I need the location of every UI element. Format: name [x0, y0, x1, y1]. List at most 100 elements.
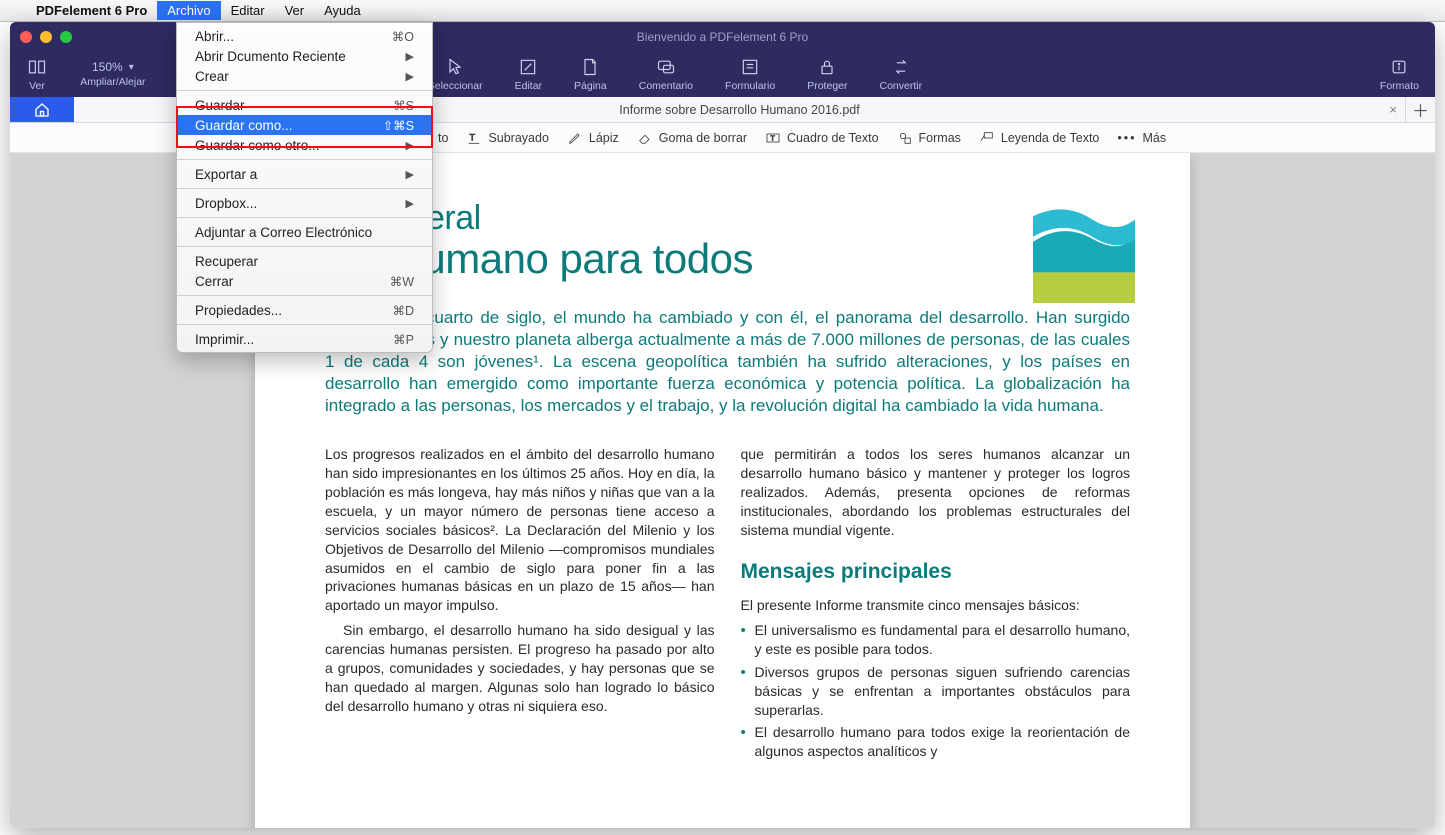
menu-item-label: Crear	[195, 69, 229, 84]
submenu-arrow-icon: ▶	[406, 50, 414, 63]
tool-mas[interactable]: •••Más	[1117, 131, 1166, 145]
menu-separator	[177, 324, 432, 325]
tool-goma[interactable]: Goma de borrar	[637, 130, 747, 146]
menu-separator	[177, 246, 432, 247]
toolbar-proteger-label: Proteger	[807, 80, 847, 92]
menu-separator	[177, 217, 432, 218]
tool-lapiz[interactable]: Lápiz	[567, 130, 619, 146]
bullet-list: El universalismo es fundamental para el …	[741, 621, 1131, 761]
bullet-2: Diversos grupos de personas siguen sufri…	[741, 663, 1131, 720]
toolbar-convertir-label: Convertir	[880, 80, 923, 92]
toolbar-comentario-label: Comentario	[639, 80, 693, 92]
column-right: que permitirán a todos los seres humanos…	[741, 445, 1131, 765]
traffic-lights	[20, 31, 72, 43]
toolbar-proteger[interactable]: Proteger	[791, 56, 863, 92]
menu-shortcut: ⌘W	[390, 274, 414, 289]
tool-leyenda[interactable]: Leyenda de Texto	[979, 130, 1099, 146]
menu-separator	[177, 159, 432, 160]
menu-shortcut: ⌘D	[392, 303, 414, 318]
close-tab-icon[interactable]: ×	[1389, 102, 1397, 117]
menu-item-cerrar[interactable]: Cerrar ⌘W	[177, 271, 432, 291]
menu-ayuda[interactable]: Ayuda	[314, 1, 371, 20]
app-name[interactable]: PDFelement 6 Pro	[26, 3, 157, 18]
menu-separator	[177, 90, 432, 91]
menu-item-label: Cerrar	[195, 274, 233, 289]
menu-item-crear[interactable]: Crear ▶	[177, 66, 432, 86]
menu-item-label: Propiedades...	[195, 303, 282, 318]
menu-item-guardar-como-otro[interactable]: Guardar como otro... ▶	[177, 135, 432, 155]
menu-editar[interactable]: Editar	[221, 1, 275, 20]
menu-shortcut: ⌘P	[393, 332, 414, 347]
submenu-arrow-icon: ▶	[406, 139, 414, 152]
menu-item-label: Exportar a	[195, 167, 257, 182]
menu-item-recuperar[interactable]: Recuperar	[177, 251, 432, 271]
bullet-1: El universalismo es fundamental para el …	[741, 621, 1131, 659]
cursor-icon	[444, 56, 466, 78]
macos-menubar: PDFelement 6 Pro Archivo Editar Ver Ayud…	[0, 0, 1445, 22]
textbox-icon: T	[765, 130, 781, 146]
menu-item-label: Guardar como...	[195, 118, 293, 133]
toolbar-formulario[interactable]: Formulario	[709, 56, 791, 92]
menu-item-abrir-dcumento-reciente[interactable]: Abrir Dcumento Reciente ▶	[177, 46, 432, 66]
submenu-arrow-icon: ▶	[406, 70, 414, 83]
toolbar-comentario[interactable]: Comentario	[623, 56, 709, 92]
toolbar-ver-label: Ver	[29, 80, 45, 92]
toolbar-editar[interactable]: Editar	[499, 56, 558, 92]
logo-icon	[1033, 201, 1135, 303]
title-line2: ollo humano para todos	[325, 237, 1130, 281]
menu-item-abrir[interactable]: Abrir...⌘O	[177, 26, 432, 46]
add-tab-button[interactable]: ＋	[1405, 97, 1435, 122]
toolbar-formulario-label: Formulario	[725, 80, 775, 92]
menu-ver[interactable]: Ver	[275, 1, 315, 20]
toolbar-seleccionar-label: Seleccionar	[428, 80, 483, 92]
toolbar-zoom[interactable]: 150%▾ Ampliar/Alejar	[64, 60, 162, 88]
menu-item-imprimir[interactable]: Imprimir...⌘P	[177, 329, 432, 349]
menu-item-propiedades[interactable]: Propiedades... ⌘D	[177, 300, 432, 320]
toolbar-pagina-label: Página	[574, 80, 607, 92]
menu-shortcut: ⌘S	[393, 98, 414, 113]
menu-item-guardar-como[interactable]: Guardar como... ⇧⌘S	[177, 115, 432, 135]
minimize-window-icon[interactable]	[40, 31, 52, 43]
close-window-icon[interactable]	[20, 31, 32, 43]
intro-paragraph: En el último cuarto de siglo, el mundo h…	[325, 307, 1130, 417]
menu-item-dropbox[interactable]: Dropbox... ▶	[177, 193, 432, 213]
callout-icon	[979, 130, 995, 146]
menu-item-exportar-a[interactable]: Exportar a▶	[177, 164, 432, 184]
menu-item-label: Abrir...	[195, 29, 234, 44]
form-icon	[739, 56, 761, 78]
col2-heading: Mensajes principales	[741, 558, 1131, 586]
maximize-window-icon[interactable]	[60, 31, 72, 43]
lock-icon	[816, 56, 838, 78]
svg-text:T: T	[470, 132, 476, 142]
more-icon: •••	[1117, 131, 1136, 145]
edit-icon	[517, 56, 539, 78]
menu-item-label: Abrir Dcumento Reciente	[195, 49, 346, 64]
eraser-icon	[637, 130, 653, 146]
submenu-arrow-icon: ▶	[406, 197, 414, 210]
toolbar-convertir[interactable]: Convertir	[864, 56, 939, 92]
chevron-down-icon: ▾	[129, 62, 134, 73]
tool-cuadro-texto[interactable]: TCuadro de Texto	[765, 130, 879, 146]
tool-subrayado[interactable]: TSubrayado	[466, 130, 548, 146]
menu-archivo[interactable]: Archivo	[157, 1, 220, 20]
toolbar-pagina[interactable]: Página	[558, 56, 623, 92]
menu-item-adjuntar-a-correo-electr-nico[interactable]: Adjuntar a Correo Electrónico	[177, 222, 432, 242]
home-tab[interactable]	[10, 97, 74, 122]
menu-item-label: Guardar como otro...	[195, 138, 320, 153]
toolbar-ver[interactable]: Ver	[10, 56, 64, 92]
tool-formas[interactable]: Formas	[897, 130, 961, 146]
menu-separator	[177, 295, 432, 296]
bullet-3: El desarrollo humano para todos exige la…	[741, 723, 1131, 761]
col1-p2: Sin embargo, el desarrollo humano ha sid…	[325, 621, 715, 715]
menu-item-guardar[interactable]: Guardar ⌘S	[177, 95, 432, 115]
pencil-icon	[567, 130, 583, 146]
menu-item-label: Guardar	[195, 98, 245, 113]
menu-item-label: Recuperar	[195, 254, 258, 269]
menu-item-label: Adjuntar a Correo Electrónico	[195, 225, 372, 240]
underline-icon: T	[466, 130, 482, 146]
menu-shortcut: ⇧⌘S	[383, 118, 414, 133]
menu-item-label: Dropbox...	[195, 196, 257, 211]
column-left: Los progresos realizados en el ámbito de…	[325, 445, 715, 765]
toolbar-formato[interactable]: Formato	[1364, 56, 1435, 92]
shapes-icon	[897, 130, 913, 146]
